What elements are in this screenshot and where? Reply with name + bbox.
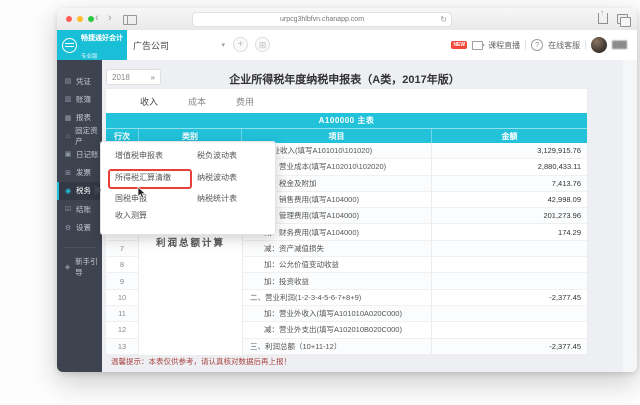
video-camera-icon (472, 41, 483, 50)
tab-cost[interactable]: 成本 (188, 95, 206, 108)
sidebar-item-label: 固定资产 (75, 125, 102, 147)
journal-icon: ▣ (64, 150, 72, 158)
sidebar-item-label: 报表 (76, 112, 91, 123)
company-name: 广告公司 (133, 39, 169, 52)
window-controls (66, 16, 94, 22)
sidebar-item-label: 新手引导 (75, 256, 102, 278)
tutorial-highlight-box (108, 169, 192, 189)
warm-tip-note: 温馨提示：本表仅供参考，请认真核对数据后再上报！ (106, 355, 587, 369)
closing-icon: ☑ (64, 205, 72, 213)
table-caption: A100000 主表 (106, 113, 587, 128)
online-support-link[interactable]: 在线客服 (548, 40, 580, 51)
col-amount: 金额 (431, 129, 587, 143)
invoice-icon: ⊞ (64, 169, 72, 177)
apps-grid-button[interactable]: ⊞ (255, 37, 270, 52)
avatar[interactable] (591, 37, 607, 53)
tab-income[interactable]: 收入 (140, 95, 158, 108)
browser-window: ‹ › urpcg3hlbfvn.chanapp.com ↻ 畅捷通好会计 专业… (57, 8, 637, 372)
url-bar[interactable]: urpcg3hlbfvn.chanapp.com ↻ (192, 12, 452, 27)
sidebar-item-label: 账簿 (76, 94, 91, 105)
help-icon: ? (531, 39, 543, 51)
sidebar-nav: ▤ 凭证 ▥ 账簿 ▦ 报表 ⌂ 固定资产 ▣ 日记账 ⊞ 发票 ◉ 税务 ☑ … (57, 60, 102, 372)
sidebar-item-label: 发票 (76, 167, 91, 178)
sidebar-item-label: 凭证 (76, 76, 91, 87)
sidebar-item-beginner-guide[interactable]: ◈ 新手引导 (57, 258, 102, 276)
sidebar-item-closing[interactable]: ☑ 结账 (57, 200, 102, 218)
report-icon: ▦ (64, 114, 72, 122)
sidebar-item-label: 税务 (76, 185, 91, 196)
refresh-icon[interactable]: ↻ (440, 13, 447, 26)
menu-item-income-estimate[interactable]: 收入测算 (115, 210, 147, 221)
tab-expense[interactable]: 费用 (236, 95, 254, 108)
sidebar-item-label: 日记账 (76, 149, 99, 160)
user-name[interactable]: ███ (612, 42, 627, 49)
page-title: 企业所得税年度纳税申报表（A类，2017年版） (122, 71, 567, 87)
menu-item-tax-burden-table[interactable]: 税负波动表 (197, 150, 237, 161)
sidebar-toggle-icon[interactable] (123, 15, 137, 25)
forward-button[interactable]: › (108, 11, 112, 25)
menu-item-vat-return[interactable]: 增值税申报表 (115, 150, 163, 161)
share-icon[interactable] (598, 13, 608, 24)
zoom-window-button[interactable] (88, 16, 94, 22)
sidebar-item-fixed-assets[interactable]: ⌂ 固定资产 (57, 127, 102, 145)
guide-icon: ◈ (64, 263, 71, 271)
minimize-window-button[interactable] (77, 16, 83, 22)
logo-icon (62, 38, 77, 53)
sidebar-item-invoice[interactable]: ⊞ 发票 (57, 163, 102, 181)
sidebar-item-journal[interactable]: ▣ 日记账 (57, 145, 102, 163)
browser-chrome: ‹ › urpcg3hlbfvn.chanapp.com ↻ (57, 8, 637, 31)
tax-icon: ◉ (64, 187, 72, 195)
tax-submenu-popover: 增值税申报表 所得税汇算清缴 国税申报 收入测算 税负波动表 纳税波动表 纳税统… (100, 141, 276, 235)
sidebar-item-voucher[interactable]: ▤ 凭证 (57, 72, 102, 90)
ledger-icon: ▥ (64, 95, 72, 103)
app-header: 畅捷通好会计 专业版 广告公司 ▾ + ⊞ NEW 课程直播 ? 在线客服 ██… (57, 30, 637, 61)
sidebar-item-label: 设置 (76, 222, 91, 233)
menu-item-tax-statistics-table[interactable]: 纳税统计表 (197, 193, 237, 204)
close-window-button[interactable] (66, 16, 72, 22)
company-selector[interactable]: 广告公司 ▾ (133, 38, 225, 52)
url-text: urpcg3hlbfvn.chanapp.com (280, 16, 364, 23)
back-button[interactable]: ‹ (95, 11, 99, 25)
menu-item-tax-fluctuation-table[interactable]: 纳税波动表 (197, 172, 237, 183)
sidebar-item-label: 结账 (76, 204, 91, 215)
new-badge: NEW (451, 41, 467, 49)
divider (525, 40, 526, 50)
gear-icon: ⚙ (64, 224, 72, 232)
tabs-overview-icon[interactable] (617, 14, 628, 24)
tab-bar: 收入 成本 费用 (106, 89, 587, 113)
popover-arrow (95, 185, 101, 195)
divider (585, 40, 586, 50)
sidebar-item-ledger[interactable]: ▥ 账簿 (57, 90, 102, 108)
cursor-pointer-icon (137, 186, 147, 199)
app-logo: 畅捷通好会计 专业版 (57, 30, 127, 60)
chevron-down-icon: ▾ (221, 41, 225, 49)
app-name: 畅捷通好会计 (81, 35, 123, 42)
voucher-icon: ▤ (64, 77, 72, 85)
right-gutter (623, 60, 637, 372)
sidebar-divider (63, 247, 96, 248)
add-account-button[interactable]: + (233, 37, 248, 52)
live-course-link[interactable]: 课程直播 (488, 40, 520, 51)
assets-icon: ⌂ (64, 133, 71, 140)
sidebar-item-settings[interactable]: ⚙ 设置 (57, 218, 102, 236)
